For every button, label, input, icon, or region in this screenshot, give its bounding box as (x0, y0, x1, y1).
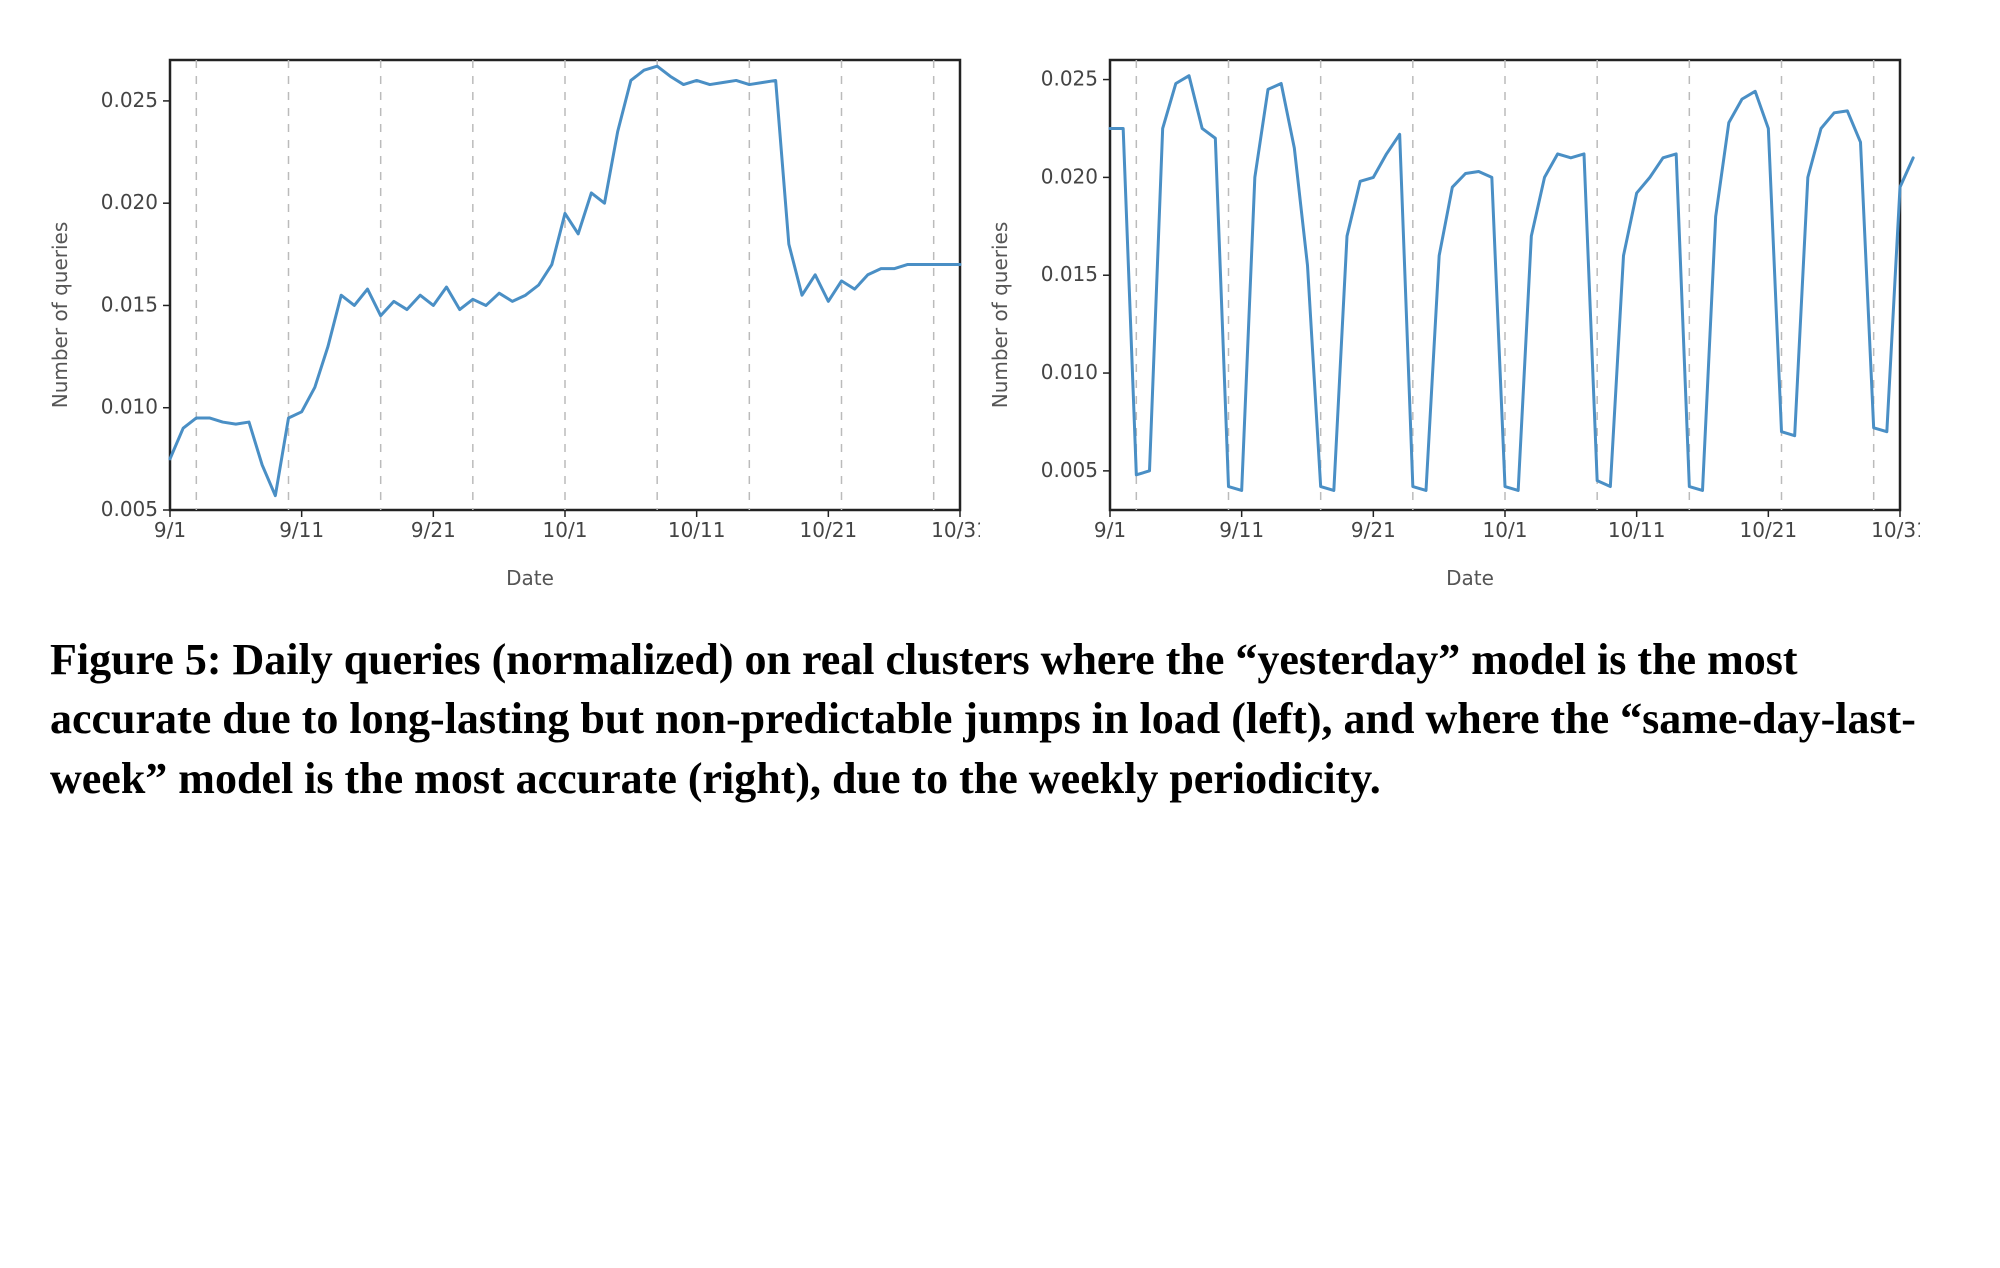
svg-text:9/11: 9/11 (279, 518, 324, 542)
y-axis-label-right: Number of queries (988, 222, 1012, 409)
svg-text:9/21: 9/21 (1351, 518, 1396, 542)
svg-text:10/31: 10/31 (1871, 518, 1920, 542)
svg-text:0.005: 0.005 (101, 497, 158, 521)
figure-caption: Figure 5: Daily queries (normalized) on … (50, 630, 1950, 808)
chart-right-wrap: Number of queries 0.0050.0100.0150.0200.… (1020, 40, 1920, 590)
svg-text:10/11: 10/11 (1608, 518, 1666, 542)
svg-text:10/1: 10/1 (543, 518, 588, 542)
svg-text:0.010: 0.010 (1041, 360, 1098, 384)
svg-text:0.015: 0.015 (1041, 262, 1098, 286)
chart-right: 0.005 0.010 0.015 0.020 0.025 9/1 9/11 9/21 10/1… (1020, 40, 1920, 560)
y-axis-label-left: Number of queries (48, 222, 72, 409)
svg-text:10/21: 10/21 (1740, 518, 1798, 542)
x-axis-label-left: Date (80, 566, 980, 590)
chart-left: 0.005 0.010 0.015 0.020 0.025 9/1 9/11 9/21 10/1… (80, 40, 980, 560)
svg-text:0.010: 0.010 (101, 395, 158, 419)
svg-text:9/11: 9/11 (1219, 518, 1264, 542)
svg-text:10/1: 10/1 (1483, 518, 1528, 542)
x-axis-label-right: Date (1020, 566, 1920, 590)
svg-text:0.020: 0.020 (1041, 164, 1098, 188)
svg-text:9/1: 9/1 (154, 518, 186, 542)
svg-text:0.005: 0.005 (1041, 458, 1098, 482)
svg-text:10/21: 10/21 (800, 518, 858, 542)
charts-row: Number of queries 0.0050.0100.0150.0200.… (50, 40, 1950, 590)
svg-text:9/1: 9/1 (1094, 518, 1126, 542)
figure-container: Number of queries 0.0050.0100.0150.0200.… (50, 40, 1950, 808)
svg-text:0.025: 0.025 (1041, 67, 1098, 91)
svg-text:0.020: 0.020 (101, 190, 158, 214)
chart-left-wrap: Number of queries 0.0050.0100.0150.0200.… (80, 40, 980, 590)
svg-text:0.015: 0.015 (101, 292, 158, 316)
svg-text:10/31: 10/31 (931, 518, 980, 542)
svg-text:0.025: 0.025 (101, 88, 158, 112)
svg-text:9/21: 9/21 (411, 518, 456, 542)
svg-text:10/11: 10/11 (668, 518, 726, 542)
